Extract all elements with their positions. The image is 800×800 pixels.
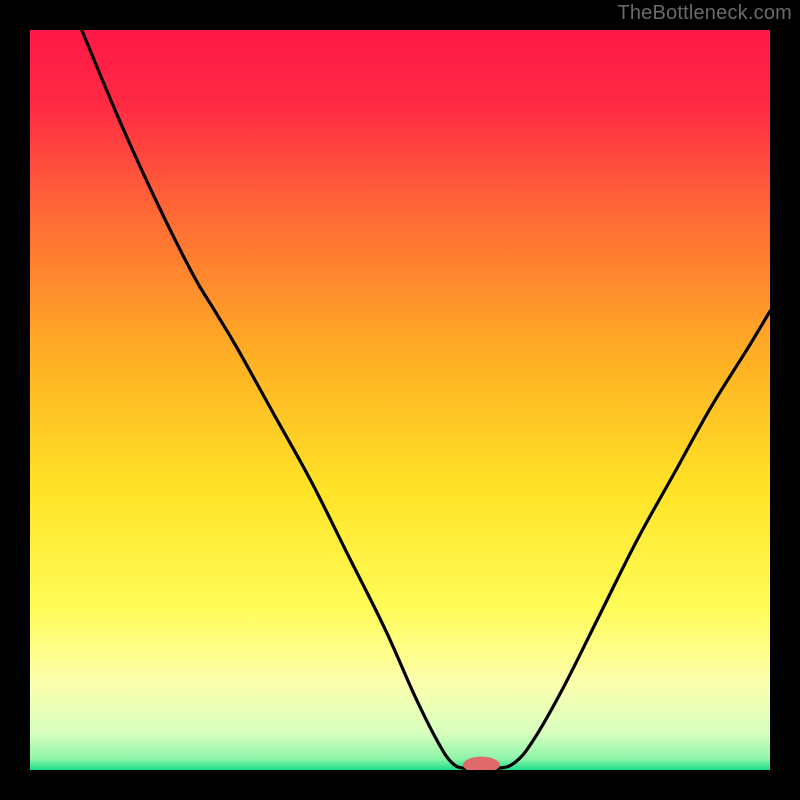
chart-svg xyxy=(30,30,770,770)
watermark-text: TheBottleneck.com xyxy=(617,2,792,25)
chart-frame: TheBottleneck.com xyxy=(0,0,800,800)
plot-area xyxy=(30,30,770,770)
